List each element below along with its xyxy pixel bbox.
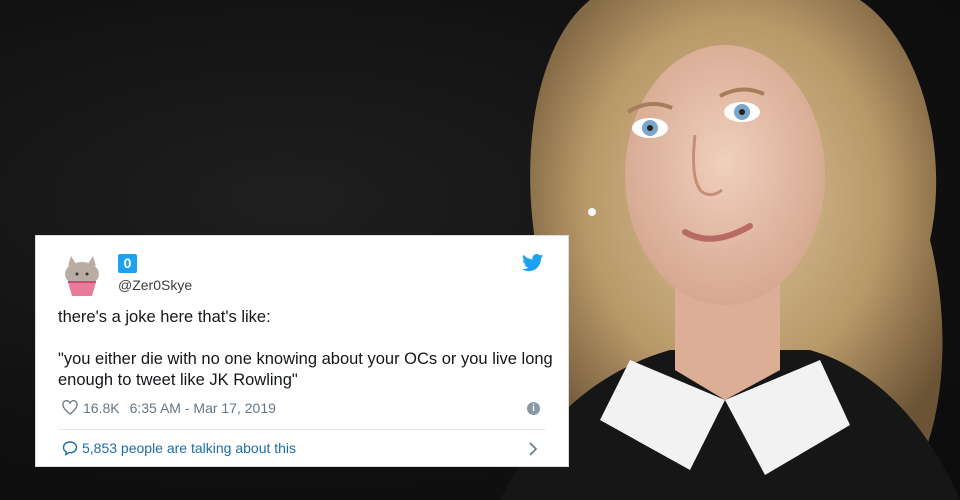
speech-bubble-icon <box>62 441 78 456</box>
embedded-tweet-card[interactable]: 0 @Zer0Skye there's a joke here that's l… <box>35 235 569 467</box>
tweet-meta: 16.8K 6:35 AM - Mar 17, 2019 <box>62 400 276 416</box>
divider <box>58 429 546 430</box>
chevron-right-icon[interactable] <box>528 441 538 457</box>
twitter-bird-icon[interactable] <box>522 254 544 272</box>
like-count[interactable]: 16.8K <box>83 400 120 416</box>
tweet-text: there's a joke here that's like: "you ei… <box>58 308 553 389</box>
conversation-link[interactable]: 5,853 people are talking about this <box>62 440 296 456</box>
display-name-badge[interactable]: 0 <box>118 254 137 273</box>
conversation-count-label[interactable]: 5,853 people are talking about this <box>82 440 296 456</box>
pusheen-cupcake-avatar[interactable] <box>58 250 106 298</box>
heart-icon[interactable] <box>62 400 78 416</box>
tweet-timestamp[interactable]: 6:35 AM - Mar 17, 2019 <box>130 400 276 416</box>
user-handle[interactable]: @Zer0Skye <box>118 277 192 293</box>
info-icon[interactable]: i <box>527 402 540 415</box>
